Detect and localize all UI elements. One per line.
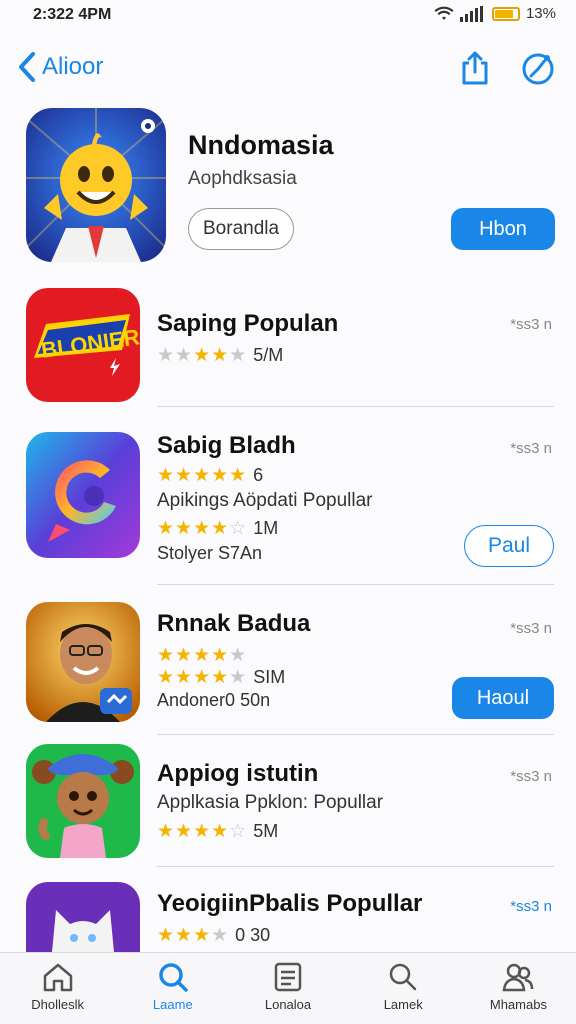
app-icon[interactable] xyxy=(26,602,140,722)
star-rating: ★★★★ xyxy=(157,925,230,946)
signal-icon xyxy=(459,5,483,22)
app-icon[interactable] xyxy=(26,882,140,952)
app-meta: *ss3 n xyxy=(510,440,552,457)
wifi-icon xyxy=(434,6,454,20)
app-title: Saping Populan xyxy=(157,310,339,337)
rating-count: 5M xyxy=(253,821,279,841)
app-title: Rnnak Badua xyxy=(157,610,311,637)
app-title: Appiog istutin xyxy=(157,760,319,787)
rating-count: 6 xyxy=(253,465,264,485)
tab-label: Mhamabs xyxy=(489,997,547,1012)
list-item[interactable]: BLONIER Saping Populan *ss3 n ★★★★★ 5/M xyxy=(0,288,576,408)
people-icon xyxy=(503,963,534,992)
app-subtitle: Apikings Aöpdati Popullar xyxy=(157,490,373,511)
rating-line: ★★★★☆ 5M xyxy=(157,820,278,843)
tab-label: Dholleslk xyxy=(31,997,84,1012)
tab-label: Lamek xyxy=(383,997,423,1012)
back-label: Alioor xyxy=(42,53,104,80)
star-rating: ★★★★★ xyxy=(157,667,248,688)
list-item[interactable]: Sabig Bladh *ss3 n ★★★★★ 6 Apikings Aöpd… xyxy=(0,432,576,582)
status-bar: 2:322 4PM 13% xyxy=(0,0,576,30)
magnifier-icon xyxy=(389,963,417,991)
rating-count: 1M xyxy=(253,518,279,538)
get-button[interactable]: Haoul xyxy=(452,677,554,719)
rating-line: ★★★★☆ 1M xyxy=(157,517,278,540)
rating-line: ★★★★★ 5/M xyxy=(157,344,283,367)
divider xyxy=(157,866,554,867)
tab-home[interactable]: Dholleslk xyxy=(0,953,115,1024)
featured-app-subtitle: Aophdksasia xyxy=(188,168,297,189)
share-icon[interactable] xyxy=(457,50,493,86)
rating-line: ★★★★★ xyxy=(157,644,253,667)
get-button[interactable]: Paul xyxy=(464,525,554,567)
battery-percent: 13% xyxy=(525,5,556,22)
list-item[interactable]: Appiog istutin *ss3 n Applkasia Ppklon: … xyxy=(0,744,576,862)
tab-bar: Dholleslk Laame Lonaloa Lamek Mhamabs xyxy=(0,952,576,1024)
divider xyxy=(157,734,554,735)
tab-explore[interactable]: Lamek xyxy=(346,953,461,1024)
star-rating: ★★★★★ xyxy=(157,645,248,666)
featured-secondary-button[interactable]: Borandla xyxy=(188,208,295,250)
back-button[interactable]: Alioor xyxy=(18,52,103,82)
tab-list[interactable]: Lonaloa xyxy=(230,953,345,1024)
app-icon[interactable] xyxy=(26,432,140,558)
app-meta: *ss3 n xyxy=(510,898,552,915)
app-extra-info: Andoner0 50n xyxy=(157,690,271,710)
app-extra-info: Stolyer S7An xyxy=(157,543,263,563)
navigation-bar: Alioor xyxy=(0,44,576,98)
app-icon[interactable]: BLONIER xyxy=(26,288,140,402)
star-rating: ★★★★☆ xyxy=(157,821,248,842)
divider xyxy=(157,584,554,585)
rating-count: 5/M xyxy=(253,345,284,365)
app-meta: *ss3 n xyxy=(510,316,552,333)
rating-count: SIM xyxy=(253,667,286,687)
search-icon xyxy=(159,963,188,992)
rating-line: ★★★★ 0 30 xyxy=(157,924,270,947)
tab-label: Lonaloa xyxy=(264,997,312,1012)
star-rating: ★★★★★ xyxy=(157,465,248,486)
app-icon[interactable] xyxy=(26,744,140,858)
home-icon xyxy=(43,963,72,992)
app-meta: *ss3 n xyxy=(510,620,552,637)
list-icon xyxy=(274,962,302,992)
battery-icon xyxy=(491,6,520,21)
rating-count: 0 30 xyxy=(235,925,271,945)
featured-get-button[interactable]: Hbon xyxy=(451,208,555,250)
star-rating: ★★★★★ xyxy=(157,345,248,366)
app-title: Sabig Bladh xyxy=(157,432,296,459)
app-subtitle: Applkasia Ppklon: Popullar xyxy=(157,792,384,813)
featured-app: Nndomasia Aophdksasia Borandla Hbon xyxy=(0,108,576,268)
status-time: 2:322 4PM xyxy=(33,6,112,23)
tab-people[interactable]: Mhamabs xyxy=(461,953,576,1024)
list-item[interactable]: YeoigiinPbalis Popullar *ss3 n ★★★★ 0 30 xyxy=(0,882,576,952)
tab-label: Laame xyxy=(152,997,193,1012)
list-item[interactable]: Rnnak Badua *ss3 n ★★★★★ ★★★★★ SIM Andon… xyxy=(0,602,576,728)
featured-app-title: Nndomasia xyxy=(188,130,334,160)
rating-line: ★★★★★ 6 xyxy=(157,464,263,487)
rating-line: ★★★★★ SIM xyxy=(157,666,285,689)
tab-search[interactable]: Laame xyxy=(115,953,230,1024)
chevron-left-icon xyxy=(19,52,35,82)
app-title: YeoigiinPbalis Popullar xyxy=(157,890,423,917)
compass-icon[interactable] xyxy=(520,50,556,86)
divider xyxy=(157,406,554,407)
featured-app-icon[interactable] xyxy=(26,108,166,262)
app-meta: *ss3 n xyxy=(510,768,552,785)
status-indicators: 13% xyxy=(434,5,556,22)
star-rating: ★★★★☆ xyxy=(157,518,248,539)
